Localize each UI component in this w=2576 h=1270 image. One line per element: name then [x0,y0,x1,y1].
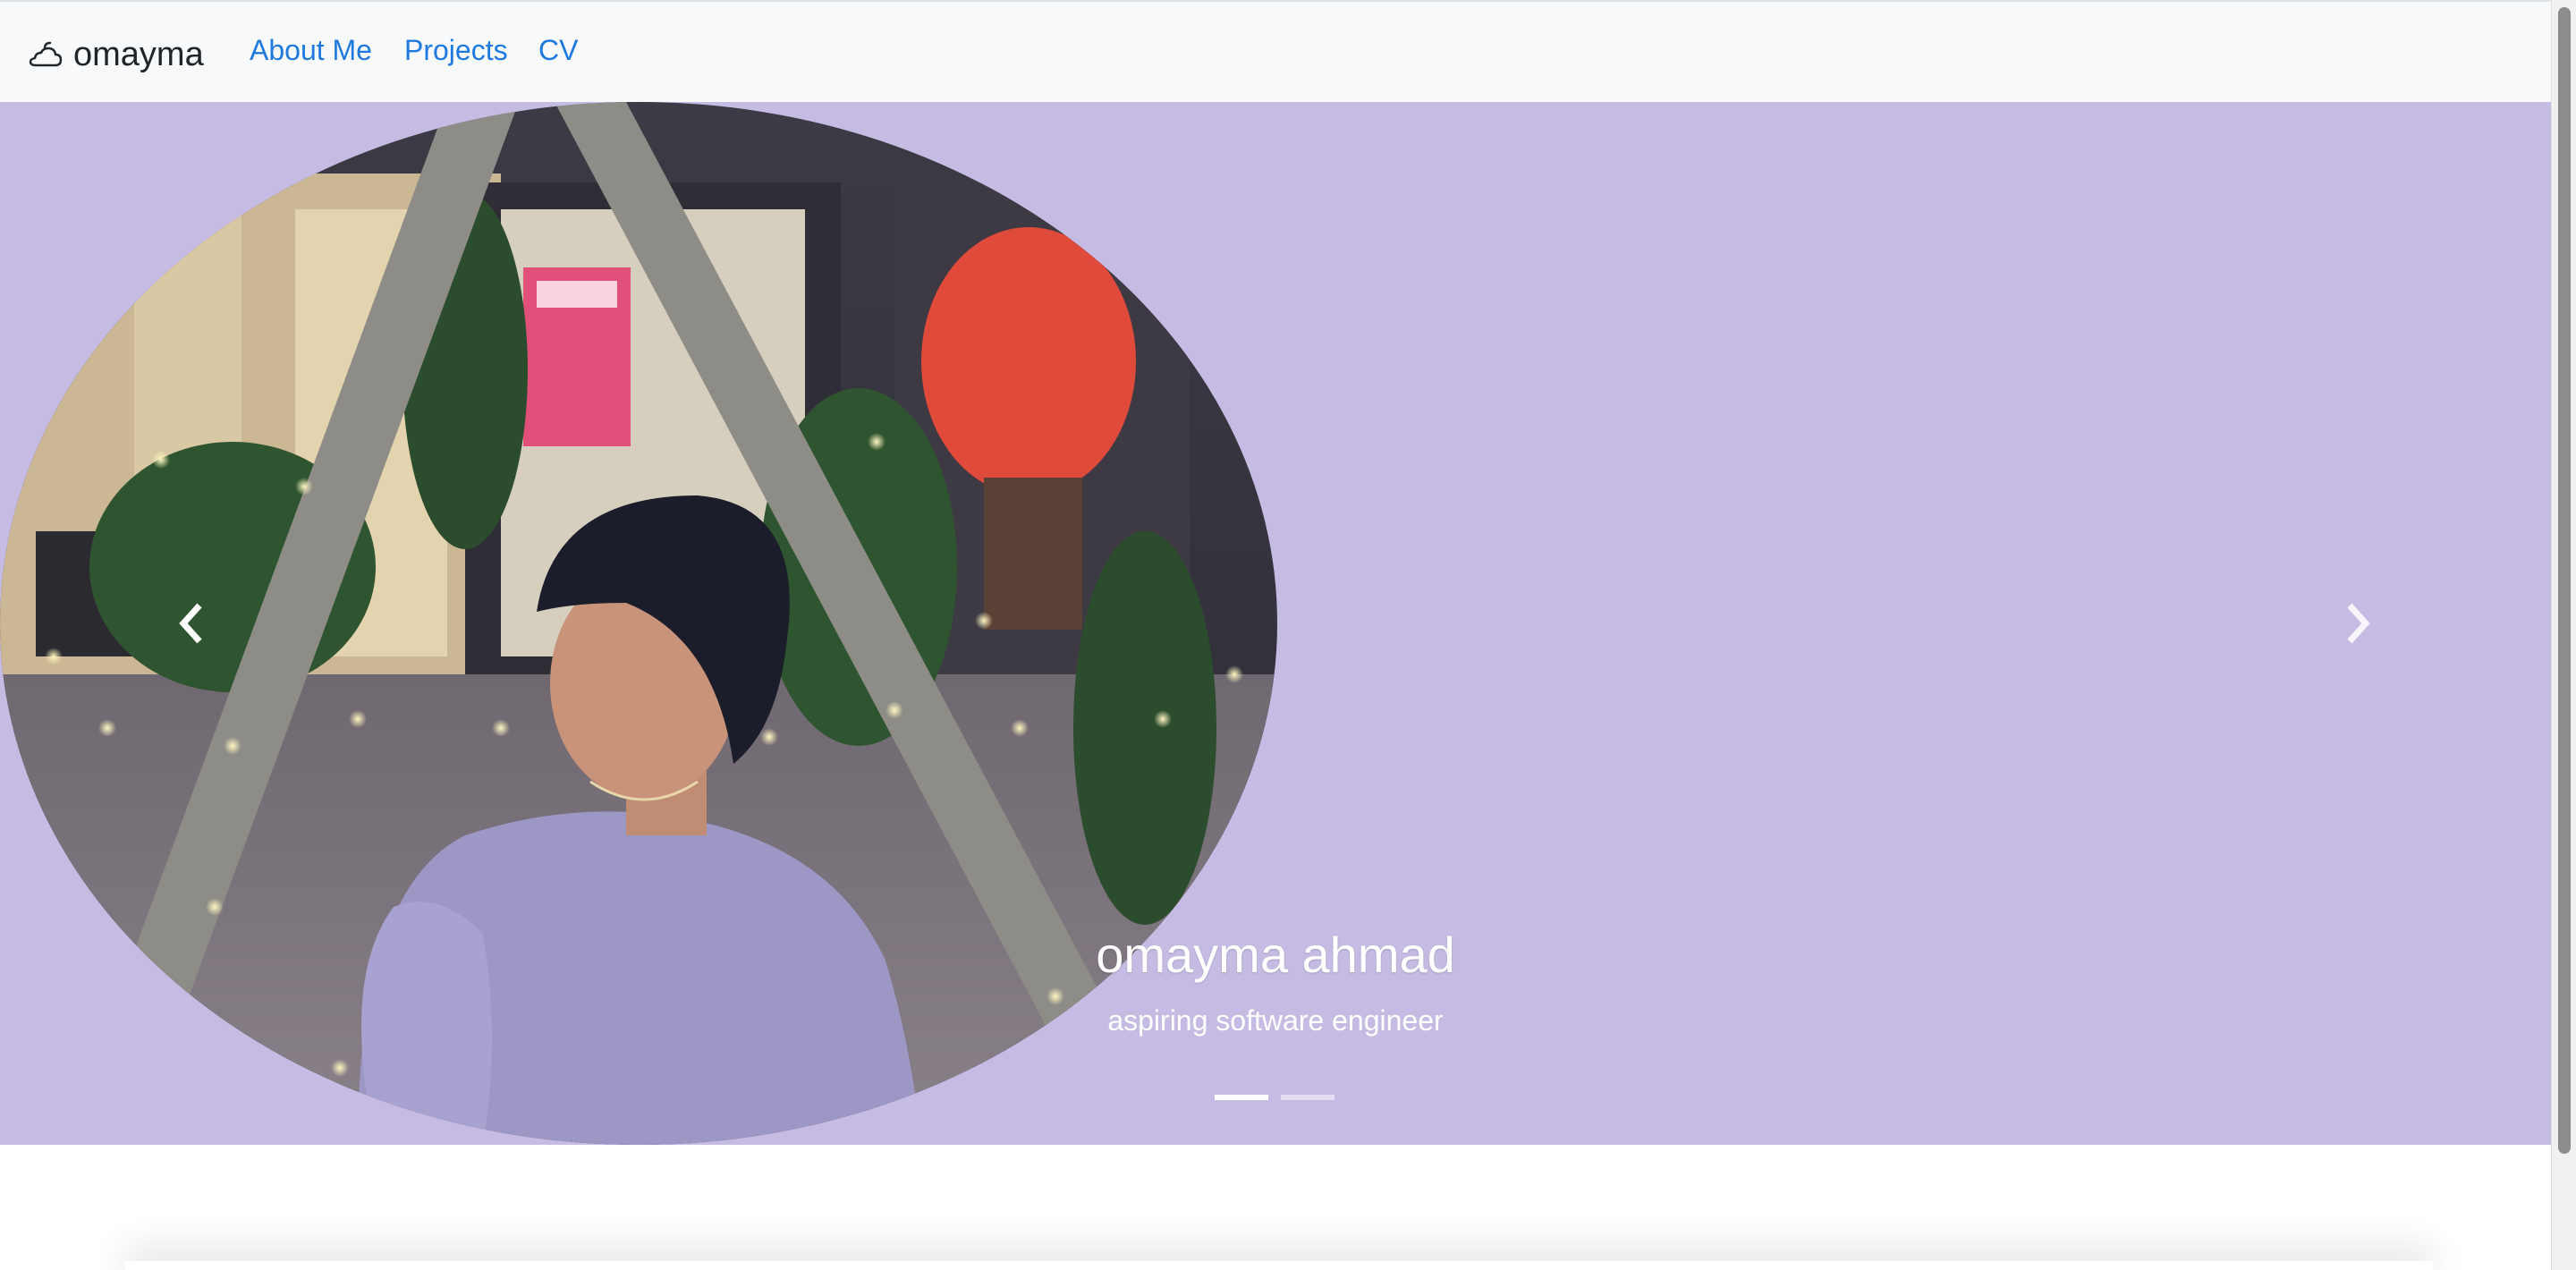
scrollbar-thumb[interactable] [2558,7,2571,1154]
chevron-left-icon [179,603,202,644]
brand-name: omayma [73,35,204,73]
carousel-indicator-2[interactable] [1281,1095,1335,1100]
nav-link-projects[interactable]: Projects [404,34,508,67]
nav-link-cv[interactable]: CV [538,34,578,67]
carousel-indicators [1215,1095,1335,1100]
nav-link-about-me[interactable]: About Me [250,34,372,67]
content-section [0,1145,2551,1270]
carousel-caption: omayma ahmad aspiring software engineer [1007,925,1544,1037]
content-card [125,1261,2433,1270]
carousel-next-button[interactable] [2326,592,2388,655]
carousel-indicator-1[interactable] [1215,1095,1268,1100]
page: omayma About Me Projects CV omayma ahmad… [0,0,2576,1270]
navbar: omayma About Me Projects CV [0,0,2551,102]
carousel-prev-button[interactable] [161,592,224,655]
caption-subtitle: aspiring software engineer [1107,1004,1444,1037]
cloud-sun-icon [29,41,63,67]
brand-link[interactable]: omayma [27,32,204,77]
caption-title: omayma ahmad [1096,927,1455,983]
hero-carousel: omayma ahmad aspiring software engineer [0,102,2551,1145]
chevron-right-icon [2347,603,2370,644]
vertical-scrollbar[interactable] [2551,0,2576,1270]
